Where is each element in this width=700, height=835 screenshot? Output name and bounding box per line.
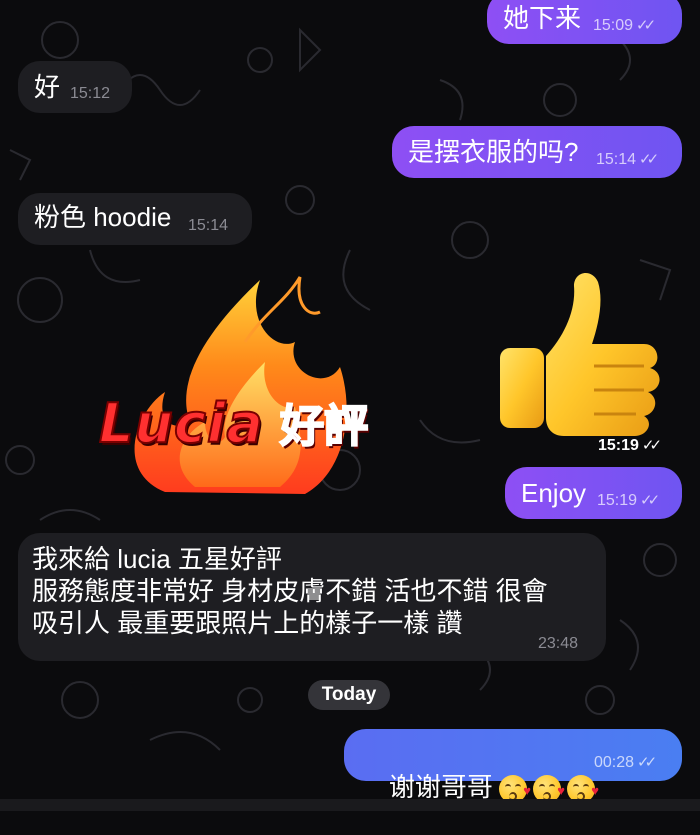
message-bubble-outgoing[interactable]: 是摆衣服的吗? 15:14 ✓✓ [392,126,682,178]
message-time: 15:19 ✓✓ [598,437,662,454]
lucia-sticker[interactable]: Lucia 好評 [95,272,395,502]
message-bubble-outgoing[interactable]: 谢谢哥哥 ♥ ♥ ♥ 00:28 ✓✓ [344,729,682,804]
message-bubble-incoming[interactable]: 我來給 lucia 五星好評 服務態度非常好 身材皮膚不錯 活也不錯 很會 吸引… [18,533,606,661]
double-check-icon: ✓✓ [636,17,656,34]
double-check-icon: ✓✓ [640,492,660,509]
message-text: 是摆衣服的吗? [408,137,579,167]
message-time: 23:48 [538,635,579,652]
message-time: 15:12 [70,85,111,102]
message-text: 她下来 [503,3,582,33]
double-check-icon: ✓✓ [637,754,657,771]
message-text: 好 [34,72,61,102]
message-time: 15:09 ✓✓ [593,17,656,34]
message-time: 15:14 [188,217,229,234]
message-time: 00:28 ✓✓ [594,754,657,771]
message-bubble-outgoing[interactable]: 她下来 15:09 ✓✓ [487,0,682,44]
message-text: 粉色 hoodie [34,202,172,232]
message-text: 谢谢哥哥 ♥ ♥ ♥ [388,772,599,804]
message-text: Enjoy [521,478,587,508]
sticker-word: Lucia [98,391,264,456]
date-separator: Today [308,680,390,710]
message-text: 我來給 lucia 五星好評 服務態度非常好 身材皮膚不錯 活也不錯 很會 吸引… [32,544,548,638]
composer-bar-edge [0,799,700,811]
double-check-icon: ✓✓ [639,151,659,168]
thumbs-up-message[interactable]: 15:19 ✓✓ [490,266,685,466]
thumbs-up-icon [500,272,660,436]
message-bubble-outgoing[interactable]: Enjoy 15:19 ✓✓ [505,467,682,519]
fire-sticker-icon [134,276,347,494]
message-time: 15:14 ✓✓ [596,151,659,168]
double-check-icon: ✓✓ [641,437,662,454]
message-bubble-incoming[interactable]: 好 15:12 [18,61,132,113]
sticker-badge: 好評 [279,401,369,452]
message-time: 15:19 ✓✓ [597,492,660,509]
message-bubble-incoming[interactable]: 粉色 hoodie 15:14 [18,193,252,245]
